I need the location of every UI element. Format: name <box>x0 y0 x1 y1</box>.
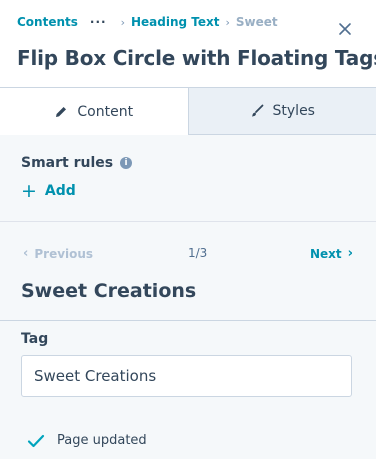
breadcrumb-current: Sweet <box>235 15 278 29</box>
close-button[interactable] <box>335 19 355 39</box>
next-button[interactable]: Next › <box>310 246 359 261</box>
breadcrumb-more-icon[interactable]: ··· <box>90 15 107 29</box>
previous-button[interactable]: ‹ Previous <box>17 246 93 261</box>
brush-icon <box>251 104 263 117</box>
chevron-right-icon: › <box>120 15 125 29</box>
close-icon <box>339 23 351 35</box>
page-indicator: 1/3 <box>188 246 208 260</box>
chevron-right-icon: › <box>225 15 230 29</box>
tab-bar: Content Styles <box>0 87 376 135</box>
save-status: Page updated <box>27 433 147 448</box>
content-panel: Smart rules i + Add ‹ Previous 1/3 Next … <box>0 135 376 459</box>
chevron-right-icon: › <box>347 246 353 261</box>
check-icon <box>27 434 45 447</box>
chevron-left-icon: ‹ <box>23 246 29 261</box>
smart-rules-text: Smart rules <box>21 155 114 171</box>
pencil-icon <box>56 106 67 117</box>
tab-content-label: Content <box>77 103 134 120</box>
breadcrumb-heading-text[interactable]: Heading Text <box>131 15 220 29</box>
breadcrumb: Contents ··· › Heading Text › Sweet <box>17 13 278 31</box>
breadcrumb-contents[interactable]: Contents <box>17 15 78 29</box>
page-title: Flip Box Circle with Floating Tags <box>17 46 376 70</box>
tab-styles-label: Styles <box>272 103 315 119</box>
plus-icon: + <box>21 180 37 202</box>
divider <box>0 320 376 321</box>
divider <box>0 221 376 222</box>
add-label: Add <box>44 183 76 199</box>
add-smart-rule-button[interactable]: + Add <box>21 180 76 202</box>
info-icon[interactable]: i <box>120 157 133 169</box>
item-heading: Sweet Creations <box>21 280 197 302</box>
status-text: Page updated <box>57 433 147 448</box>
panel-header: Contents ··· › Heading Text › Sweet Flip… <box>0 0 376 87</box>
tag-field-label: Tag <box>21 331 49 347</box>
smart-rules-label: Smart rules i <box>21 155 133 171</box>
tab-content[interactable]: Content <box>0 88 189 135</box>
tag-input[interactable] <box>21 355 352 397</box>
tab-styles[interactable]: Styles <box>188 88 376 135</box>
next-label: Next <box>309 246 342 261</box>
previous-label: Previous <box>34 246 94 261</box>
pagination: ‹ Previous 1/3 Next › <box>0 246 376 264</box>
